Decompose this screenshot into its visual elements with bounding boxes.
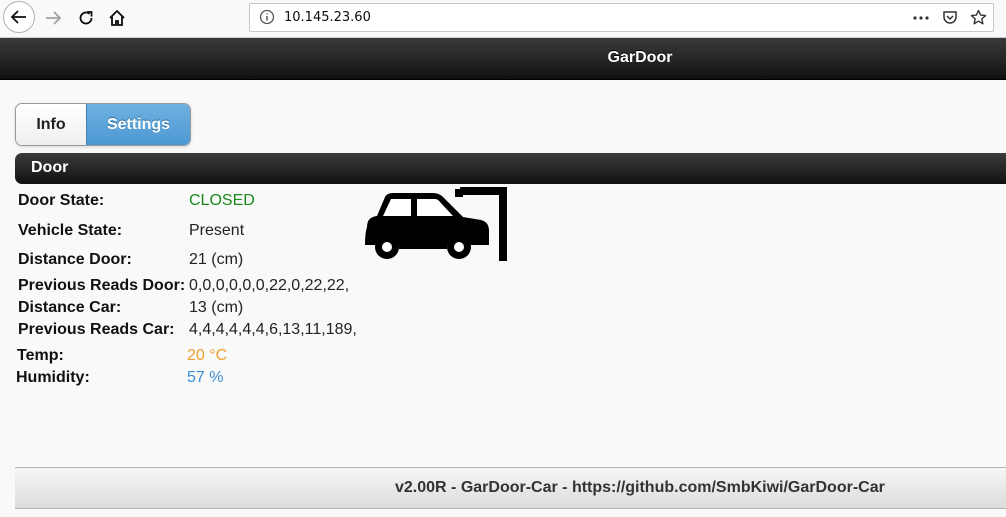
footer-text: v2.00R - GarDoor-Car - https://github.co… bbox=[395, 479, 885, 496]
section-title: Door bbox=[31, 159, 69, 176]
tab-settings[interactable]: Settings bbox=[86, 104, 190, 145]
browser-toolbar: 10.145.23.60 bbox=[0, 0, 1006, 38]
temp-label: Temp: bbox=[17, 347, 64, 364]
arrow-right-icon bbox=[46, 11, 62, 25]
app-header: GarDoor bbox=[0, 38, 1006, 80]
page-title: GarDoor bbox=[607, 49, 673, 66]
tab-info[interactable]: Info bbox=[16, 104, 86, 145]
previous-reads-car-value: 4,4,4,4,4,4,6,13,11,189, bbox=[189, 321, 357, 338]
humidity-label: Humidity: bbox=[16, 369, 90, 386]
back-button[interactable] bbox=[3, 1, 35, 33]
home-icon bbox=[109, 9, 125, 26]
previous-reads-door-label: Previous Reads Door: bbox=[18, 277, 186, 294]
previous-reads-door-value: 0,0,0,0,0,0,22,0,22,22, bbox=[189, 277, 350, 294]
reload-button[interactable] bbox=[71, 4, 101, 32]
vehicle-state-label: Vehicle State: bbox=[18, 222, 123, 239]
tab-bar: Info Settings bbox=[15, 103, 191, 146]
distance-car-label: Distance Car: bbox=[18, 299, 122, 316]
more-actions-icon[interactable] bbox=[913, 15, 929, 21]
temp-value: 20 °C bbox=[187, 347, 228, 364]
distance-door-value: 21 (cm) bbox=[189, 251, 244, 268]
section-header-door: Door bbox=[15, 153, 1006, 184]
vehicle-state-value: Present bbox=[189, 222, 245, 239]
info-icon[interactable] bbox=[259, 9, 275, 25]
bookmark-star-icon[interactable] bbox=[970, 9, 987, 26]
url-bar[interactable]: 10.145.23.60 bbox=[249, 3, 994, 32]
arrow-left-icon bbox=[10, 10, 26, 24]
pocket-icon[interactable] bbox=[942, 9, 958, 25]
url-text: 10.145.23.60 bbox=[284, 10, 371, 25]
car-in-garage-icon bbox=[365, 187, 507, 261]
forward-button[interactable] bbox=[38, 4, 68, 32]
previous-reads-car-label: Previous Reads Car: bbox=[18, 321, 175, 338]
home-button[interactable] bbox=[102, 4, 132, 32]
door-state-value: CLOSED bbox=[189, 192, 255, 209]
footer: v2.00R - GarDoor-Car - https://github.co… bbox=[15, 467, 1006, 509]
humidity-value: 57 % bbox=[187, 369, 224, 386]
door-state-label: Door State: bbox=[18, 192, 105, 209]
distance-car-value: 13 (cm) bbox=[189, 299, 244, 316]
reload-icon bbox=[79, 11, 93, 25]
distance-door-label: Distance Door: bbox=[18, 251, 132, 268]
